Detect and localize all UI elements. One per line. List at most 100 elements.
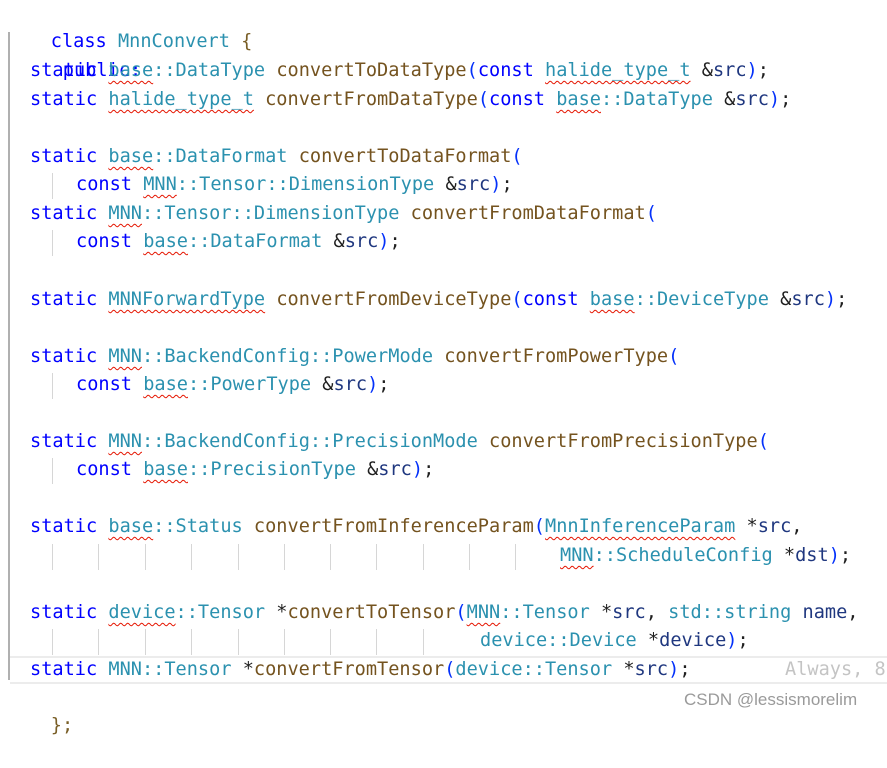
code-token: static	[30, 60, 98, 81]
code-token: &	[690, 60, 713, 81]
code-line-convertFromDataFormat[interactable]: static MNN::Tensor::DimensionType conver…	[30, 200, 887, 228]
code-token: (	[533, 516, 545, 537]
code-token: src	[634, 659, 669, 680]
code-token: ::BackendConfig::PrecisionMode	[141, 431, 478, 452]
error-token: base	[589, 289, 635, 310]
code-token: ::Tensor	[175, 602, 266, 623]
code-token: ::Tensor::DimensionType	[141, 203, 400, 224]
code-line-convertFromTensor[interactable]: static MNN::Tensor *convertFromTensor(de…	[30, 656, 887, 684]
code-token: &	[311, 374, 334, 395]
indent-guide	[52, 373, 53, 399]
code-token: ;	[737, 630, 749, 651]
code-editor[interactable]: class MnnConvert { public: static base::…	[0, 0, 887, 736]
code-token: ;	[757, 60, 769, 81]
code-line-convertToTensor-cont[interactable]: device::Device *device);	[480, 627, 887, 655]
code-token: name	[802, 602, 848, 623]
code-line-convertFromPrecisionType-cont[interactable]: const base::PrecisionType &src);	[76, 456, 887, 484]
code-token: *	[612, 659, 635, 680]
code-token: ::Tensor::DimensionType	[176, 174, 435, 195]
code-token: static	[30, 89, 98, 110]
code-token: ;	[378, 374, 390, 395]
code-line-convertFromDataType[interactable]: static halide_type_t convertFromDataType…	[30, 86, 887, 114]
code-token: convertFromTensor	[253, 659, 445, 680]
code-line-convertFromDeviceType[interactable]: static MNNForwardType convertFromDeviceT…	[30, 286, 887, 314]
code-line-convertToDataFormat[interactable]: static base::DataFormat convertToDataFor…	[30, 143, 887, 171]
code-token: ::PrecisionType	[187, 459, 356, 480]
code-line-convertFromPowerType-cont[interactable]: const base::PowerType &src);	[76, 371, 887, 399]
code-token: const	[477, 60, 534, 81]
code-token: ;	[780, 89, 792, 110]
indent-guide	[469, 544, 470, 570]
code-token: (	[757, 431, 769, 452]
code-line-convertFromPrecisionType[interactable]: static MNN::BackendConfig::PrecisionMode…	[30, 428, 887, 456]
code-line-convertToTensor[interactable]: static device::Tensor *convertToTensor(M…	[30, 599, 887, 627]
code-token: src	[757, 516, 792, 537]
code-token: *	[636, 630, 660, 651]
code-token: static	[30, 516, 98, 537]
error-token: base	[556, 89, 601, 110]
error-token: base	[143, 459, 188, 480]
code-line-convertFromInferenceParam[interactable]: static base::Status convertFromInference…	[30, 513, 887, 541]
code-token: src	[791, 289, 825, 310]
code-token: ::Tensor	[500, 602, 590, 623]
code-token: )	[824, 289, 837, 310]
error-token: device	[108, 602, 176, 623]
code-token: *	[231, 659, 254, 680]
indent-guide	[376, 544, 377, 570]
code-token: static	[30, 346, 98, 367]
code-token: const	[76, 231, 132, 252]
code-token: static	[30, 203, 98, 224]
code-line-convertFromInferenceParam-cont[interactable]: MNN::ScheduleConfig *dst);	[560, 542, 887, 570]
code-token: &	[322, 231, 345, 252]
code-token: )	[668, 659, 680, 680]
code-token: const	[76, 459, 132, 480]
code-token: (	[455, 602, 467, 623]
indent-guide	[238, 629, 239, 655]
code-token: ::BackendConfig::PowerMode	[141, 346, 434, 367]
error-token: MNN	[108, 203, 142, 224]
code-token: (	[645, 203, 657, 224]
code-line-convertFromPowerType[interactable]: static MNN::BackendConfig::PowerMode con…	[30, 343, 887, 371]
code-token: *	[735, 516, 758, 537]
error-token: MnnInferenceParam	[545, 516, 736, 537]
indent-guide	[191, 629, 192, 655]
code-token: ,	[791, 516, 803, 537]
code-line-convertToDataType[interactable]: static base::DataType convertToDataType(…	[30, 57, 887, 85]
code-token: const	[76, 374, 132, 395]
code-token: static	[30, 146, 98, 167]
code-token: ;	[679, 659, 691, 680]
access-specifier-line[interactable]: public:	[18, 29, 887, 81]
code-token: convertFromDataType	[265, 89, 478, 110]
class-declaration-line[interactable]: class MnnConvert {	[6, 0, 887, 52]
code-token: )	[378, 231, 390, 252]
code-token: ::Status	[153, 516, 243, 537]
code-token: )	[746, 60, 758, 81]
code-token: ::DataType	[600, 89, 713, 110]
inline-hint: Always, 8	[785, 659, 886, 680]
code-line-convertFromDataFormat-cont[interactable]: const base::DataFormat &src);	[76, 228, 887, 256]
error-token: MNN	[143, 174, 177, 195]
code-token: src	[735, 89, 769, 110]
code-token: ;	[501, 174, 513, 195]
code-token: const	[489, 89, 545, 110]
code-token: convertToTensor	[287, 602, 456, 623]
code-line-convertToDataFormat-cont[interactable]: const MNN::Tensor::DimensionType &src);	[76, 171, 887, 199]
scope-guide-line	[8, 32, 10, 680]
indent-guide	[238, 544, 239, 570]
code-token: ::DeviceType	[634, 289, 769, 310]
error-token: base	[108, 146, 154, 167]
code-token: convertToDataType	[276, 60, 467, 81]
code-token: (	[511, 289, 523, 310]
